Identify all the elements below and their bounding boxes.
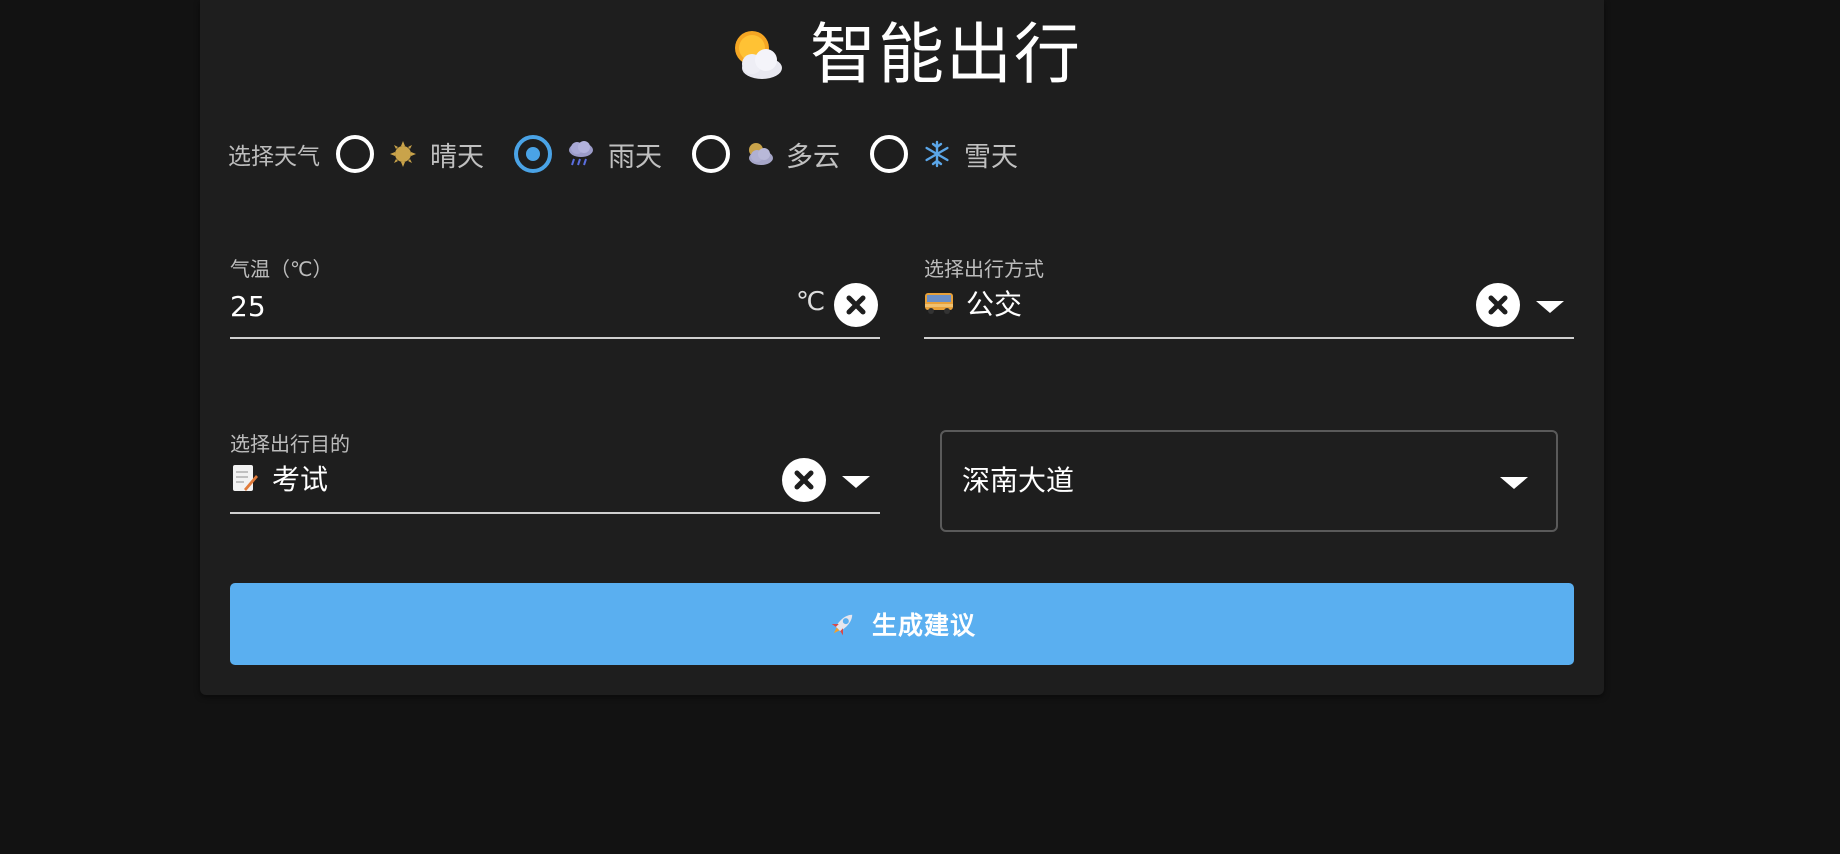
snowflake-icon — [922, 139, 952, 169]
transport-label: 选择出行方式 — [924, 257, 1044, 281]
rain-cloud-icon — [566, 139, 596, 169]
weather-option-label: 雪天 — [964, 141, 1018, 173]
chevron-down-icon[interactable] — [1500, 477, 1528, 489]
weather-legend: 选择天气 — [228, 144, 320, 170]
weather-option-rainy[interactable]: 雨天 — [514, 135, 662, 174]
weather-option-label: 雨天 — [608, 141, 662, 173]
memo-icon — [230, 463, 260, 493]
bus-icon — [924, 288, 954, 318]
purpose-label: 选择出行目的 — [230, 432, 350, 456]
title-row: 智能出行 — [200, 14, 1604, 96]
location-select[interactable]: 深南大道 — [940, 430, 1558, 532]
close-icon — [1488, 295, 1508, 315]
purpose-value: 考试 — [272, 463, 329, 496]
weather-option-snowy[interactable]: 雪天 — [870, 135, 1018, 174]
weather-option-cloudy[interactable]: 多云 — [692, 135, 840, 174]
clear-transport-button[interactable] — [1476, 283, 1520, 327]
rocket-icon — [828, 609, 858, 639]
temperature-label: 气温（℃） — [230, 257, 333, 281]
temperature-value: 25 — [230, 290, 266, 323]
transport-select[interactable]: 选择出行方式 公交 — [924, 253, 1574, 339]
clear-temperature-button[interactable] — [834, 283, 878, 327]
purpose-selected: 考试 — [230, 458, 328, 498]
main-card: 智能出行 选择天气 晴天 雨天 多云 雪天 气温（℃） 25 ℃ 选择出行方式 … — [200, 0, 1604, 695]
radio-button[interactable] — [692, 135, 730, 173]
temperature-input[interactable]: 25 — [230, 290, 266, 323]
sun-behind-cloud-icon — [722, 22, 788, 88]
weather-option-sunny[interactable]: 晴天 — [336, 135, 484, 174]
radio-button-checked[interactable] — [514, 135, 552, 173]
radio-button[interactable] — [870, 135, 908, 173]
generate-button-label: 生成建议 — [871, 611, 976, 640]
weather-option-label: 多云 — [786, 141, 840, 173]
temperature-unit: ℃ — [796, 287, 826, 317]
cloudy-icon — [744, 139, 774, 169]
close-icon — [846, 295, 866, 315]
generate-suggestion-button[interactable]: 生成建议 — [230, 583, 1574, 665]
close-icon — [794, 470, 814, 490]
clear-purpose-button[interactable] — [782, 458, 826, 502]
sun-icon — [388, 139, 418, 169]
transport-value: 公交 — [966, 288, 1023, 321]
chevron-down-icon[interactable] — [1536, 301, 1564, 313]
purpose-select[interactable]: 选择出行目的 考试 — [230, 428, 880, 514]
weather-radio-group: 选择天气 晴天 雨天 多云 雪天 — [228, 128, 1048, 180]
location-value: 深南大道 — [962, 464, 1075, 497]
radio-button[interactable] — [336, 135, 374, 173]
weather-option-label: 晴天 — [430, 141, 484, 173]
chevron-down-icon[interactable] — [842, 476, 870, 488]
temperature-field[interactable]: 气温（℃） 25 ℃ — [230, 253, 880, 339]
transport-selected: 公交 — [924, 283, 1022, 323]
page-title: 智能出行 — [810, 16, 1082, 93]
